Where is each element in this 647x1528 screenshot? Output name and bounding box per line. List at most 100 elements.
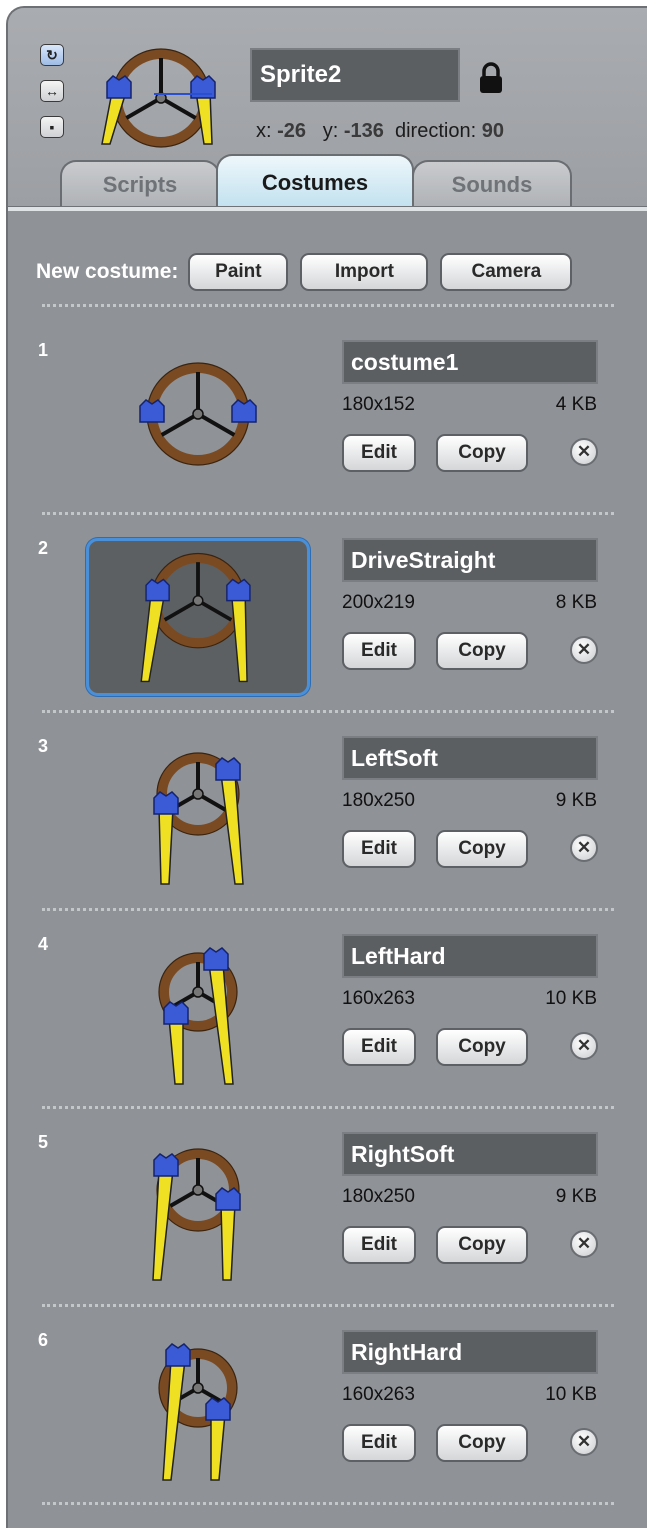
costume-dimensions: 180x250 bbox=[342, 1186, 415, 1207]
costume-number: 6 bbox=[38, 1330, 49, 1350]
lock-icon[interactable] bbox=[478, 62, 504, 94]
rotate-icon[interactable]: ↻ bbox=[40, 44, 64, 66]
hand bbox=[145, 578, 170, 602]
arm bbox=[230, 594, 248, 683]
costume-number: 2 bbox=[38, 538, 49, 558]
costume-image bbox=[139, 362, 257, 466]
edit-button[interactable]: Edit bbox=[342, 830, 416, 868]
arm bbox=[220, 1203, 236, 1281]
costume-file-size: 9 KB bbox=[555, 790, 597, 811]
copy-button[interactable]: Copy bbox=[436, 1028, 528, 1066]
costume-image bbox=[153, 752, 244, 885]
costume-file-size: 4 KB bbox=[555, 394, 597, 415]
edit-button[interactable]: Edit bbox=[342, 1424, 416, 1462]
costume-item: 4 LeftHard 160x263 10 KB Edit Copy ✕ bbox=[8, 934, 647, 1132]
costume-dimensions: 160x263 bbox=[342, 988, 415, 1009]
costume-thumbnail[interactable] bbox=[86, 934, 310, 1092]
divider bbox=[42, 304, 614, 307]
sprite-coordinates: x: -26 y: -136 direction: 90 bbox=[256, 120, 504, 143]
sprite-header: ↻ ↔ ▪ Sprite2 x: -26 y: -136 direction: … bbox=[8, 8, 647, 210]
arm bbox=[220, 773, 244, 885]
delete-icon[interactable]: ✕ bbox=[570, 1230, 598, 1258]
costume-file-size: 10 KB bbox=[545, 1384, 597, 1405]
edit-button[interactable]: Edit bbox=[342, 434, 416, 472]
new-costume-label: New costume: bbox=[36, 260, 179, 283]
delete-icon[interactable]: ✕ bbox=[570, 1428, 598, 1456]
arm bbox=[168, 1017, 184, 1085]
sprite-name-field[interactable]: Sprite2 bbox=[250, 48, 460, 102]
hand bbox=[153, 1153, 179, 1177]
hand bbox=[205, 1397, 231, 1421]
costume-name-field[interactable]: RightSoft bbox=[342, 1132, 598, 1176]
costume-name-field[interactable]: DriveStraight bbox=[342, 538, 598, 582]
costume-thumbnail[interactable] bbox=[86, 340, 310, 498]
y-label: y: bbox=[322, 120, 339, 142]
costume-item: 2 DriveStraight 200x219 8 KB Edit Copy ✕ bbox=[8, 538, 647, 736]
tab-scripts[interactable]: Scripts bbox=[60, 160, 220, 208]
edit-button[interactable]: Edit bbox=[342, 632, 416, 670]
divider bbox=[42, 908, 614, 911]
arm bbox=[210, 1413, 226, 1481]
costume-number: 1 bbox=[38, 340, 49, 360]
tab-sounds[interactable]: Sounds bbox=[412, 160, 572, 208]
costume-image bbox=[140, 552, 251, 683]
y-value: -136 bbox=[343, 120, 384, 142]
delete-icon[interactable]: ✕ bbox=[570, 834, 598, 862]
arm bbox=[140, 594, 166, 683]
no-rotate-icon[interactable]: ▪ bbox=[40, 116, 64, 138]
hand bbox=[226, 578, 251, 602]
copy-button[interactable]: Copy bbox=[436, 1424, 528, 1462]
delete-icon[interactable]: ✕ bbox=[570, 438, 598, 466]
divider bbox=[42, 1304, 614, 1307]
hand bbox=[153, 791, 179, 815]
paint-button[interactable]: Paint bbox=[188, 253, 289, 291]
copy-button[interactable]: Copy bbox=[436, 1226, 528, 1264]
divider bbox=[42, 512, 614, 515]
tab-costumes[interactable]: Costumes bbox=[216, 154, 414, 210]
costume-name-field[interactable]: LeftHard bbox=[342, 934, 598, 978]
delete-icon[interactable]: ✕ bbox=[570, 636, 598, 664]
costume-number: 4 bbox=[38, 934, 49, 954]
copy-button[interactable]: Copy bbox=[436, 434, 528, 472]
costume-name-field[interactable]: RightHard bbox=[342, 1330, 598, 1374]
costume-image bbox=[158, 947, 238, 1085]
edit-button[interactable]: Edit bbox=[342, 1226, 416, 1264]
camera-button[interactable]: Camera bbox=[440, 253, 573, 291]
costume-item: 1 costume1 180x152 4 KB Edit Copy ✕ bbox=[8, 340, 647, 538]
costume-thumbnail[interactable] bbox=[86, 1330, 310, 1488]
costume-file-size: 10 KB bbox=[545, 988, 597, 1009]
hand bbox=[163, 1001, 189, 1025]
divider bbox=[42, 710, 614, 713]
hand bbox=[165, 1343, 191, 1367]
costume-thumbnail[interactable] bbox=[86, 538, 310, 696]
hand bbox=[215, 757, 241, 781]
divider bbox=[42, 1106, 614, 1109]
direction-value: 90 bbox=[481, 120, 504, 142]
costume-number: 5 bbox=[38, 1132, 49, 1152]
hand bbox=[215, 1187, 241, 1211]
costume-item: 6 RightHard 160x263 10 KB Edit Copy ✕ bbox=[8, 1330, 647, 1528]
delete-icon[interactable]: ✕ bbox=[570, 1032, 598, 1060]
new-costume-row: New costume: Paint Import Camera bbox=[36, 252, 573, 292]
hand bbox=[139, 399, 165, 423]
sprite-thumbnail bbox=[101, 48, 216, 148]
arm bbox=[152, 1169, 174, 1281]
arm bbox=[158, 807, 174, 885]
direction-label: direction: bbox=[394, 120, 477, 142]
x-value: -26 bbox=[277, 120, 307, 142]
costume-file-size: 8 KB bbox=[555, 592, 597, 613]
costume-image bbox=[152, 1148, 241, 1281]
costume-thumbnail[interactable] bbox=[86, 736, 310, 894]
edit-button[interactable]: Edit bbox=[342, 1028, 416, 1066]
costume-dimensions: 160x263 bbox=[342, 1384, 415, 1405]
left-right-icon[interactable]: ↔ bbox=[40, 80, 64, 102]
costume-name-field[interactable]: costume1 bbox=[342, 340, 598, 384]
copy-button[interactable]: Copy bbox=[436, 830, 528, 868]
import-button[interactable]: Import bbox=[300, 253, 429, 291]
copy-button[interactable]: Copy bbox=[436, 632, 528, 670]
sprite-panel: ↻ ↔ ▪ Sprite2 x: -26 y: -136 direction: … bbox=[6, 6, 647, 1528]
costume-thumbnail[interactable] bbox=[86, 1132, 310, 1290]
costume-name-field[interactable]: LeftSoft bbox=[342, 736, 598, 780]
costume-item: 5 RightSoft 180x250 9 KB Edit Copy ✕ bbox=[8, 1132, 647, 1330]
costume-dimensions: 180x250 bbox=[342, 790, 415, 811]
